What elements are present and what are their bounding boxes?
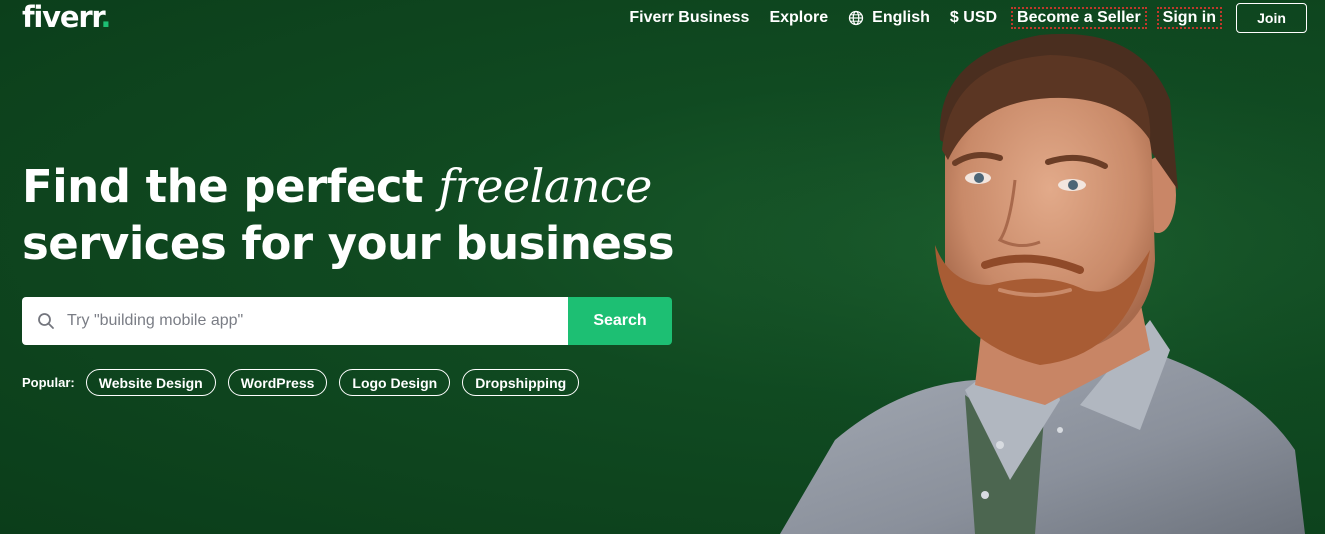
search-bar: Search — [22, 297, 672, 345]
search-field[interactable] — [22, 297, 568, 345]
search-button[interactable]: Search — [568, 297, 672, 345]
hero-section: fiverr. Fiverr Business Explore English … — [0, 0, 1325, 534]
logo-dot: . — [100, 0, 111, 34]
headline-part2: services for your business — [22, 217, 674, 270]
popular-label: Popular: — [22, 375, 75, 390]
headline-accent: freelance — [438, 159, 652, 213]
nav-explore[interactable]: Explore — [769, 9, 828, 27]
fiverr-logo[interactable]: fiverr. — [22, 0, 111, 34]
nav-language[interactable]: English — [848, 9, 930, 27]
top-navigation: fiverr. Fiverr Business Explore English … — [0, 0, 1325, 36]
nav-currency[interactable]: $ USD — [950, 9, 997, 27]
nav-become-seller[interactable]: Become a Seller — [1011, 7, 1147, 29]
popular-searches: Popular: Website Design WordPress Logo D… — [22, 369, 591, 396]
nav-links: Fiverr Business Explore English $ USD Be… — [629, 3, 1307, 33]
popular-tag-website-design[interactable]: Website Design — [85, 369, 216, 396]
search-input[interactable] — [67, 312, 568, 330]
globe-icon — [848, 10, 864, 26]
popular-tag-wordpress[interactable]: WordPress — [227, 369, 328, 396]
popular-tag-logo-design[interactable]: Logo Design — [339, 369, 451, 396]
headline-part1: Find the perfect — [22, 160, 439, 213]
nav-language-label: English — [872, 9, 930, 26]
popular-tag-dropshipping[interactable]: Dropshipping — [462, 369, 580, 396]
nav-sign-in[interactable]: Sign in — [1156, 7, 1223, 29]
nav-fiverr-business[interactable]: Fiverr Business — [629, 9, 749, 27]
search-icon — [38, 313, 54, 329]
join-button[interactable]: Join — [1236, 3, 1307, 33]
logo-text: fiverr — [22, 0, 102, 34]
hero-headline: Find the perfect freelance services for … — [22, 158, 674, 272]
